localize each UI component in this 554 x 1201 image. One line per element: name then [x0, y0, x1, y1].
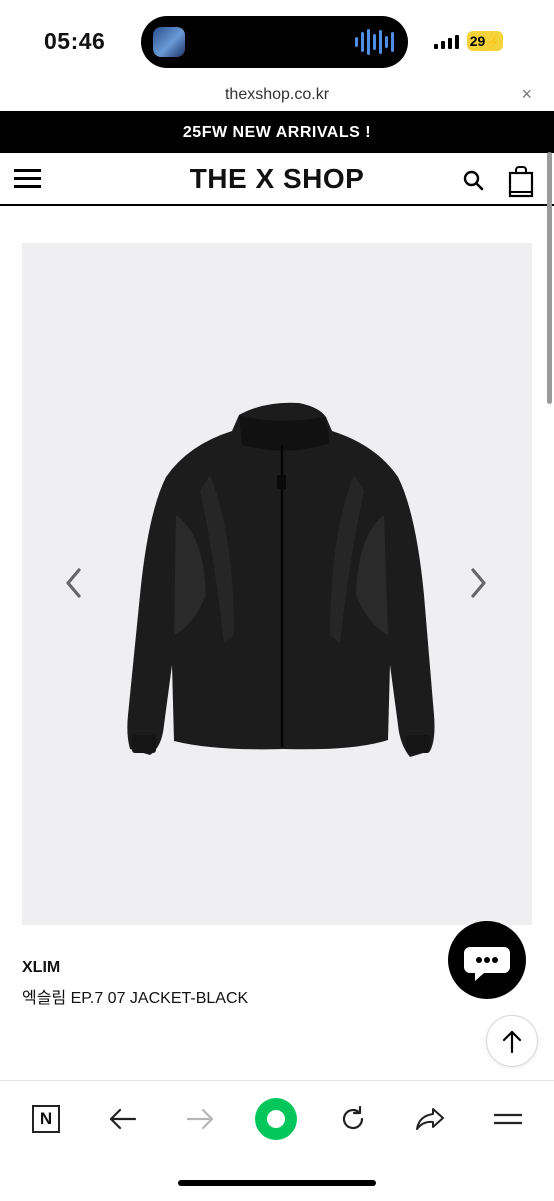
- promo-banner-text: 25FW NEW ARRIVALS !: [182, 124, 372, 141]
- chevron-right-icon[interactable]: [466, 565, 490, 601]
- home-indicator[interactable]: [178, 1180, 376, 1186]
- url-text[interactable]: thexshop.co.kr: [0, 86, 554, 104]
- chat-button[interactable]: [448, 921, 526, 999]
- status-time: 05:46: [44, 28, 106, 54]
- naver-n-icon[interactable]: N: [24, 1097, 68, 1141]
- close-icon[interactable]: ×: [521, 84, 532, 105]
- site-header: THE X SHOP: [0, 153, 554, 206]
- battery-indicator: 29⚡: [467, 31, 503, 51]
- green-circle-icon[interactable]: [254, 1097, 298, 1141]
- cellular-signal-icon: [434, 34, 459, 49]
- product-jacket-image: [127, 402, 435, 757]
- audio-waveform-icon: [355, 28, 394, 56]
- reload-icon[interactable]: [331, 1097, 375, 1141]
- arrow-up-icon: [502, 1030, 522, 1054]
- product-brand[interactable]: XLIM: [22, 959, 60, 977]
- battery-level: 29: [469, 33, 486, 49]
- share-icon[interactable]: [408, 1097, 452, 1141]
- menu-icon[interactable]: [486, 1097, 530, 1141]
- product-image-carousel[interactable]: [22, 243, 532, 925]
- now-playing-app-icon: [153, 27, 185, 57]
- browser-url-bar[interactable]: thexshop.co.kr ×: [0, 80, 554, 110]
- naver-n-label: N: [32, 1105, 60, 1133]
- scroll-to-top-button[interactable]: [486, 1015, 538, 1067]
- status-bar: 05:46 29⚡: [0, 0, 554, 80]
- product-name[interactable]: 엑슬림 EP.7 07 JACKET-BLACK: [22, 984, 248, 1008]
- back-arrow-icon[interactable]: [101, 1097, 145, 1141]
- promo-banner[interactable]: 25FW NEW ARRIVALS !: [0, 111, 554, 153]
- chat-bubble-icon: [464, 947, 510, 981]
- page-scrollbar[interactable]: [547, 152, 552, 404]
- chevron-left-icon[interactable]: [62, 565, 86, 601]
- forward-arrow-icon[interactable]: [178, 1097, 222, 1141]
- shopping-bag-icon[interactable]: [508, 166, 534, 198]
- dynamic-island[interactable]: [141, 16, 408, 68]
- charging-bolt-icon: ⚡: [485, 35, 501, 49]
- search-icon[interactable]: [463, 170, 485, 192]
